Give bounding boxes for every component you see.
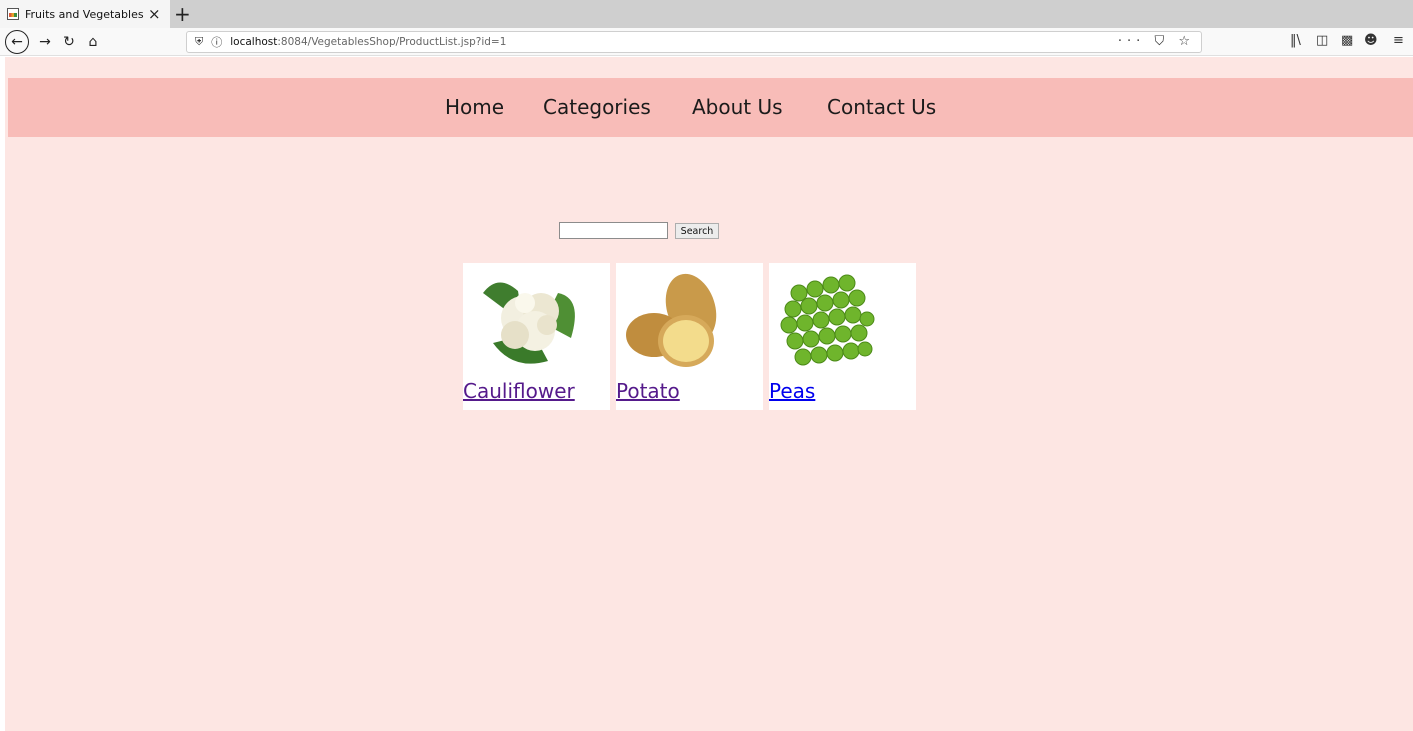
info-icon[interactable]: ⓘ <box>211 34 222 50</box>
menu-item-contact-us[interactable]: Contact Us <box>827 95 936 119</box>
shield-icon[interactable]: ⛨ <box>195 35 203 49</box>
amazon-icon[interactable]: ▩ <box>1341 33 1353 48</box>
browser-nav-bar: ← → ↻ ⌂ ⛨ ⓘ localhost :8084/VegetablesSh… <box>0 28 1413 56</box>
sidebar-icon[interactable]: ◫ <box>1316 33 1328 48</box>
tab-title: Fruits and Vegetables <box>25 7 144 21</box>
page-actions-icons[interactable]: ··· ⛉ ☆ <box>1118 34 1195 49</box>
menu-item-home[interactable]: Home <box>445 95 504 119</box>
search-input[interactable] <box>559 222 668 239</box>
product-card-peas[interactable]: Peas <box>769 263 916 410</box>
menu-item-categories[interactable]: Categories <box>543 95 651 119</box>
back-arrow-icon[interactable]: ← <box>5 30 29 54</box>
home-icon[interactable]: ⌂ <box>82 31 104 53</box>
main-menu: Home Categories About Us Contact Us <box>8 78 1413 137</box>
page-body: Home Categories About Us Contact Us Sear… <box>5 57 1413 731</box>
new-tab-button[interactable]: + <box>174 2 191 26</box>
browser-tab-bar: Fruits and Vegetables × + <box>0 0 1413 28</box>
product-card-potato[interactable]: Potato <box>616 263 763 410</box>
menu-item-about-us[interactable]: About Us <box>692 95 783 119</box>
search-button[interactable]: Search <box>675 223 719 239</box>
peas-image[interactable] <box>769 263 916 379</box>
account-icon[interactable]: ☻ <box>1364 33 1378 48</box>
url-host: localhost <box>230 36 278 48</box>
close-tab-icon[interactable]: × <box>148 5 161 23</box>
hamburger-menu-icon[interactable]: ≡ <box>1393 33 1404 48</box>
product-link-cauliflower[interactable]: Cauliflower <box>463 379 575 403</box>
url-bar[interactable]: ⛨ ⓘ localhost :8084/VegetablesShop/Produ… <box>186 31 1202 53</box>
product-link-potato[interactable]: Potato <box>616 379 680 403</box>
forward-arrow-icon[interactable]: → <box>34 31 56 53</box>
favicon-icon <box>7 8 19 20</box>
potato-image[interactable] <box>616 263 763 379</box>
product-card-cauliflower[interactable]: Cauliflower <box>463 263 610 410</box>
url-path: :8084/VegetablesShop/ProductList.jsp?id=… <box>277 36 507 48</box>
reload-icon[interactable]: ↻ <box>58 31 80 53</box>
cauliflower-image[interactable] <box>463 263 610 379</box>
product-link-peas[interactable]: Peas <box>769 379 815 403</box>
library-icon[interactable]: ‖\ <box>1290 33 1301 48</box>
browser-tab[interactable]: Fruits and Vegetables × <box>0 0 170 28</box>
